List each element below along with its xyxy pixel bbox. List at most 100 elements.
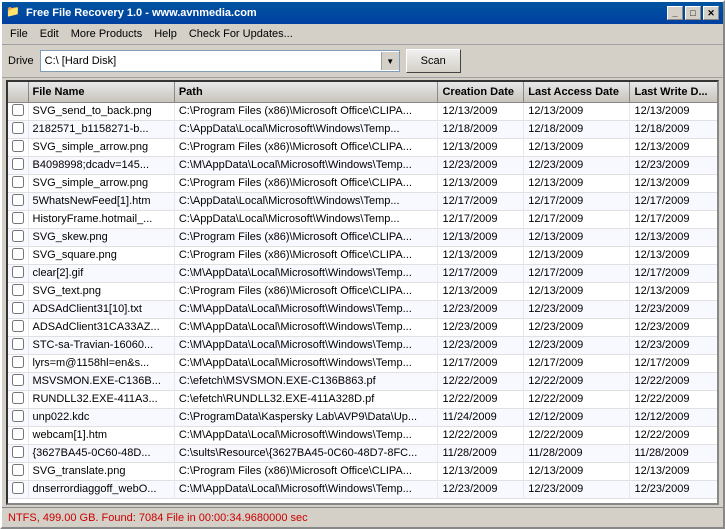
col-header-path[interactable]: Path — [174, 82, 438, 102]
cell-creation: 12/23/2009 — [438, 336, 524, 354]
table-row: RUNDLL32.EXE-411A3...C:\efetch\RUNDLL32.… — [8, 390, 717, 408]
drive-combo-dropdown-icon[interactable]: ▼ — [381, 52, 399, 70]
table-row: unp022.kdcC:\ProgramData\Kaspersky Lab\A… — [8, 408, 717, 426]
row-checkbox[interactable] — [12, 266, 24, 278]
cell-write: 12/13/2009 — [630, 174, 717, 192]
row-checkbox[interactable] — [12, 248, 24, 260]
drive-label: Drive — [8, 55, 34, 67]
minimize-button[interactable]: _ — [667, 6, 683, 20]
row-checkbox[interactable] — [12, 284, 24, 296]
cell-access: 12/23/2009 — [524, 156, 630, 174]
table-row: SVG_send_to_back.pngC:\Program Files (x8… — [8, 102, 717, 120]
cell-creation: 11/28/2009 — [438, 444, 524, 462]
cell-access: 12/18/2009 — [524, 120, 630, 138]
cell-write: 12/17/2009 — [630, 264, 717, 282]
maximize-button[interactable]: □ — [685, 6, 701, 20]
menu-item-edit[interactable]: Edit — [34, 26, 65, 42]
cell-creation: 12/13/2009 — [438, 462, 524, 480]
scan-button[interactable]: Scan — [406, 49, 461, 73]
cell-filename: unp022.kdc — [28, 408, 174, 426]
cell-creation: 12/23/2009 — [438, 480, 524, 498]
cell-write: 12/12/2009 — [630, 408, 717, 426]
row-checkbox[interactable] — [12, 446, 24, 458]
col-header-check[interactable] — [8, 82, 28, 102]
window-title: Free File Recovery 1.0 - www.avnmedia.co… — [26, 7, 667, 19]
row-checkbox[interactable] — [12, 410, 24, 422]
row-checkbox[interactable] — [12, 230, 24, 242]
cell-creation: 12/13/2009 — [438, 102, 524, 120]
menu-item-check-updates[interactable]: Check For Updates... — [183, 26, 299, 42]
table-row: STC-sa-Travian-16060...C:\M\AppData\Loca… — [8, 336, 717, 354]
menu-item-file[interactable]: File — [4, 26, 34, 42]
status-text: NTFS, 499.00 GB. Found: 7084 File in 00:… — [8, 512, 308, 524]
drive-combo[interactable]: C:\ [Hard Disk] ▼ — [40, 50, 400, 72]
close-button[interactable]: ✕ — [703, 6, 719, 20]
cell-filename: SVG_skew.png — [28, 228, 174, 246]
row-checkbox[interactable] — [12, 194, 24, 206]
drive-combo-value: C:\ [Hard Disk] — [45, 55, 381, 67]
cell-path: C:\Program Files (x86)\Microsoft Office\… — [174, 462, 438, 480]
table-row: SVG_skew.pngC:\Program Files (x86)\Micro… — [8, 228, 717, 246]
row-checkbox[interactable] — [12, 464, 24, 476]
cell-write: 12/23/2009 — [630, 336, 717, 354]
col-header-access[interactable]: Last Access Date — [524, 82, 630, 102]
cell-filename: SVG_simple_arrow.png — [28, 174, 174, 192]
cell-access: 12/17/2009 — [524, 354, 630, 372]
cell-write: 12/23/2009 — [630, 156, 717, 174]
cell-creation: 12/17/2009 — [438, 354, 524, 372]
cell-path: C:\M\AppData\Local\Microsoft\Windows\Tem… — [174, 426, 438, 444]
app-icon: 📁 — [6, 5, 22, 21]
cell-access: 12/17/2009 — [524, 264, 630, 282]
row-checkbox[interactable] — [12, 374, 24, 386]
cell-path: C:\M\AppData\Local\Microsoft\Windows\Tem… — [174, 480, 438, 498]
cell-access: 12/17/2009 — [524, 192, 630, 210]
menu-item-more-products[interactable]: More Products — [65, 26, 149, 42]
table-row: SVG_translate.pngC:\Program Files (x86)\… — [8, 462, 717, 480]
row-checkbox[interactable] — [12, 392, 24, 404]
cell-creation: 12/13/2009 — [438, 282, 524, 300]
cell-path: C:\Program Files (x86)\Microsoft Office\… — [174, 174, 438, 192]
row-checkbox[interactable] — [12, 428, 24, 440]
file-table-container[interactable]: File Name Path Creation Date Last Access… — [6, 80, 719, 505]
cell-path: C:\M\AppData\Local\Microsoft\Windows\Tem… — [174, 336, 438, 354]
row-checkbox[interactable] — [12, 212, 24, 224]
row-checkbox[interactable] — [12, 302, 24, 314]
col-header-write[interactable]: Last Write D... — [630, 82, 717, 102]
window-controls: _ □ ✕ — [667, 6, 719, 20]
cell-write: 11/28/2009 — [630, 444, 717, 462]
cell-filename: 2182571_b1158271-b... — [28, 120, 174, 138]
menu-item-help[interactable]: Help — [148, 26, 183, 42]
cell-creation: 12/13/2009 — [438, 138, 524, 156]
row-checkbox[interactable] — [12, 320, 24, 332]
cell-creation: 12/17/2009 — [438, 264, 524, 282]
cell-path: C:\M\AppData\Local\Microsoft\Windows\Tem… — [174, 300, 438, 318]
main-window: 📁 Free File Recovery 1.0 - www.avnmedia.… — [0, 0, 725, 529]
cell-write: 12/18/2009 — [630, 120, 717, 138]
table-row: SVG_simple_arrow.pngC:\Program Files (x8… — [8, 174, 717, 192]
cell-access: 11/28/2009 — [524, 444, 630, 462]
row-checkbox[interactable] — [12, 122, 24, 134]
row-checkbox[interactable] — [12, 338, 24, 350]
row-checkbox[interactable] — [12, 176, 24, 188]
col-header-filename[interactable]: File Name — [28, 82, 174, 102]
cell-filename: SVG_translate.png — [28, 462, 174, 480]
cell-creation: 12/23/2009 — [438, 318, 524, 336]
cell-creation: 12/17/2009 — [438, 210, 524, 228]
cell-write: 12/22/2009 — [630, 372, 717, 390]
row-checkbox[interactable] — [12, 356, 24, 368]
row-checkbox[interactable] — [12, 140, 24, 152]
cell-write: 12/13/2009 — [630, 246, 717, 264]
col-header-creation[interactable]: Creation Date — [438, 82, 524, 102]
table-row: webcam[1].htmC:\M\AppData\Local\Microsof… — [8, 426, 717, 444]
table-row: {3627BA45-0C60-48D...C:\sults\Resource\{… — [8, 444, 717, 462]
cell-path: C:\AppData\Local\Microsoft\Windows\Temp.… — [174, 210, 438, 228]
row-checkbox[interactable] — [12, 104, 24, 116]
cell-filename: STC-sa-Travian-16060... — [28, 336, 174, 354]
table-row: SVG_square.pngC:\Program Files (x86)\Mic… — [8, 246, 717, 264]
row-checkbox[interactable] — [12, 158, 24, 170]
cell-write: 12/17/2009 — [630, 210, 717, 228]
row-checkbox[interactable] — [12, 482, 24, 494]
cell-path: C:\efetch\MSVSMON.EXE-C136B863.pf — [174, 372, 438, 390]
cell-access: 12/13/2009 — [524, 462, 630, 480]
cell-filename: SVG_send_to_back.png — [28, 102, 174, 120]
